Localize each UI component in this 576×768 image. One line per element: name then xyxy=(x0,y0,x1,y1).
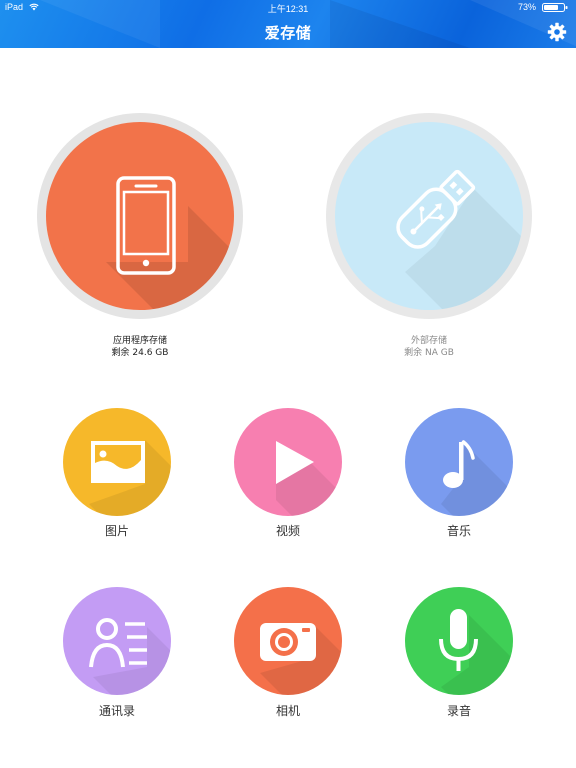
external-storage-circle xyxy=(335,122,523,310)
play-icon xyxy=(276,441,342,516)
battery-percent: 73% xyxy=(517,2,536,12)
storage-remaining: 剩余 NA GB xyxy=(404,348,454,358)
videos-label: 视频 xyxy=(275,524,300,538)
contacts-button[interactable] xyxy=(63,587,171,695)
camera-label: 相机 xyxy=(275,704,300,718)
camera-icon xyxy=(260,623,342,695)
microphone-icon xyxy=(439,609,513,695)
storage-name: 应用程序存储 xyxy=(112,336,167,346)
music-label: 音乐 xyxy=(446,524,471,538)
gear-icon[interactable] xyxy=(547,22,567,42)
recorder-label: 录音 xyxy=(446,704,471,718)
contacts-label: 通讯录 xyxy=(98,704,135,718)
storage-remaining: 剩余 24.6 GB xyxy=(111,348,169,358)
picture-icon xyxy=(89,440,171,516)
camera-button[interactable] xyxy=(234,587,342,695)
header-bar: iPad 上午12:31 73% 爱存储 xyxy=(0,0,576,48)
pictures-label: 图片 xyxy=(104,524,129,538)
status-bar: iPad 上午12:31 73% xyxy=(0,0,576,15)
storage-name: 外部存储 xyxy=(410,336,447,346)
clock: 上午12:31 xyxy=(267,4,309,14)
external-storage-button[interactable] xyxy=(326,113,532,319)
videos-button[interactable] xyxy=(234,408,342,516)
music-button[interactable] xyxy=(405,408,513,516)
tablet-icon xyxy=(106,176,234,310)
app-storage-button[interactable] xyxy=(37,113,243,319)
battery-icon xyxy=(542,3,568,12)
usb-drive-icon xyxy=(396,169,523,310)
recorder-button[interactable] xyxy=(405,587,513,695)
app-storage-label: 应用程序存储 剩余 24.6 GB xyxy=(40,335,240,359)
app-storage-circle xyxy=(46,122,234,310)
external-storage-label: 外部存储 剩余 NA GB xyxy=(329,335,529,359)
pictures-button[interactable] xyxy=(63,408,171,516)
music-note-icon xyxy=(441,440,513,516)
page-title: 爱存储 xyxy=(264,24,312,42)
contacts-icon xyxy=(89,618,171,695)
